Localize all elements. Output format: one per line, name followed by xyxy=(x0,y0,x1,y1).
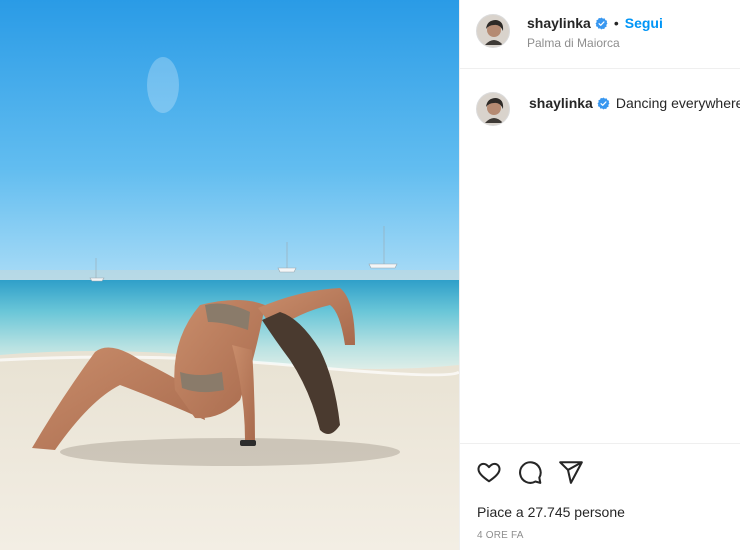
avatar-image xyxy=(477,93,509,125)
avatar-image xyxy=(477,15,509,47)
verified-badge-icon xyxy=(595,17,608,33)
post-actions: Piace a 27.745 persone 4 ORE FA xyxy=(460,443,740,550)
heart-icon xyxy=(477,462,501,483)
caption-comment: shaylinka Dancing everywhere xyxy=(460,84,740,134)
like-button[interactable] xyxy=(476,459,502,485)
beach-photo-image xyxy=(0,0,459,550)
username-link[interactable]: shaylinka xyxy=(529,95,593,111)
post-header: shaylinka • Segui Palma di Maiorca xyxy=(460,0,740,69)
caption-text: Dancing everywhere xyxy=(615,95,740,111)
likes-count[interactable]: Piace a 27.745 persone xyxy=(477,504,625,520)
share-button[interactable] xyxy=(558,459,584,485)
comment-bubble-icon xyxy=(519,461,542,484)
follow-button[interactable]: Segui xyxy=(625,15,663,31)
paper-plane-icon xyxy=(559,461,583,484)
avatar[interactable] xyxy=(476,92,510,126)
username-link[interactable]: shaylinka xyxy=(527,15,591,31)
location-link[interactable]: Palma di Maiorca xyxy=(527,36,620,50)
header-name-row: shaylinka • Segui xyxy=(527,15,663,33)
post-detail-panel: shaylinka • Segui Palma di Maiorca shaylin… xyxy=(459,0,740,550)
post-timestamp[interactable]: 4 ORE FA xyxy=(477,530,524,541)
separator-dot: • xyxy=(613,15,619,31)
likes-text: Piace a 27.745 persone xyxy=(477,504,625,520)
avatar[interactable] xyxy=(476,14,510,48)
post-photo[interactable] xyxy=(0,0,459,550)
verified-badge-icon xyxy=(597,97,610,113)
comment-button[interactable] xyxy=(517,459,543,485)
caption-line: shaylinka Dancing everywhere xyxy=(529,95,740,113)
